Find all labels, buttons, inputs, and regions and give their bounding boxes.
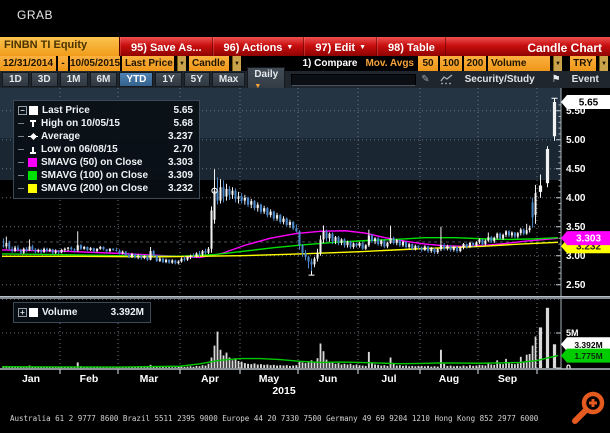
volume-swatch — [29, 308, 38, 317]
chevron-down-icon[interactable]: ▼ — [599, 56, 608, 71]
chart-controls-bar: 12/31/2014 - 10/05/2015 Last Price ▼ Can… — [0, 56, 610, 71]
svg-text:1.775M: 1.775M — [574, 351, 602, 361]
legend-row-smavg50[interactable]: SMAVG (50) on Close3.303 — [18, 156, 193, 169]
tab-1y[interactable]: 1Y — [155, 72, 181, 87]
svg-text:Feb: Feb — [80, 373, 99, 385]
last-price-swatch — [29, 106, 38, 115]
window-title: GRAB — [17, 8, 53, 22]
svg-text:Mar: Mar — [140, 373, 159, 385]
tab-max[interactable]: Max — [212, 72, 245, 87]
svg-text:Aug: Aug — [439, 373, 459, 385]
svg-text:Apr: Apr — [201, 373, 219, 385]
study-chart-glyph — [440, 74, 454, 85]
magnifier-zoom-icon — [570, 390, 610, 430]
legend-row-smavg100[interactable]: SMAVG (100) on Close3.309 — [18, 169, 193, 182]
svg-text:4.50: 4.50 — [566, 164, 586, 175]
bloomberg-terminal-window: GRAB FINBN TI Equity 95) Save As... 96) … — [0, 0, 610, 433]
smavg200-swatch — [28, 184, 37, 193]
ma-period-100-field[interactable]: 100 — [440, 56, 462, 71]
tab-5y[interactable]: 5Y — [184, 72, 210, 87]
chart-style-select[interactable]: Candle — [189, 56, 229, 71]
flag-icon[interactable]: ⚑ — [552, 74, 561, 85]
edit-button[interactable]: 97) Edit▼ — [304, 37, 377, 56]
legend-row-average[interactable]: Average3.237 — [18, 130, 193, 143]
date-from-field[interactable]: 12/31/2014 — [0, 56, 56, 71]
chevron-down-icon[interactable]: ▼ — [553, 56, 562, 71]
footer-contact-line: Australia 61 2 9777 8600 Brazil 5511 239… — [0, 415, 610, 423]
chevron-down-icon[interactable]: ▼ — [232, 56, 241, 71]
svg-text:2.50: 2.50 — [566, 280, 586, 291]
annotate-icon[interactable]: ✎ — [421, 74, 429, 85]
svg-text:4.00: 4.00 — [566, 193, 586, 204]
study-chart-icon[interactable] — [440, 74, 454, 85]
average-marker-icon — [28, 132, 38, 142]
currency-select[interactable]: TRY — [570, 56, 596, 71]
svg-text:3.303: 3.303 — [576, 234, 601, 245]
tab-ytd[interactable]: YTD — [119, 72, 153, 87]
chevron-down-icon[interactable]: ▼ — [177, 56, 186, 71]
svg-text:Jan: Jan — [22, 373, 40, 385]
chevron-down-icon: ▼ — [359, 44, 366, 51]
terminal-footer: Australia 61 2 9777 8600 Brazil 5511 239… — [0, 399, 610, 433]
range-tabs-bar: 1D 3D 1M 6M YTD 1Y 5Y Max Daily ▼ ✎ Secu… — [0, 71, 610, 88]
volume-legend: +Volume3.392M — [13, 302, 151, 323]
actions-button[interactable]: 96) Actions▼ — [213, 37, 305, 56]
date-separator: - — [58, 56, 68, 71]
svg-text:5.65: 5.65 — [579, 98, 599, 109]
tab-1m[interactable]: 1M — [60, 72, 88, 87]
svg-text:Jul: Jul — [381, 373, 396, 385]
compare-button[interactable]: 1) Compare — [302, 56, 357, 71]
legend-row-low[interactable]: Low on 06/08/152.70 — [18, 143, 193, 156]
tab-6m[interactable]: 6M — [90, 72, 118, 87]
field-select[interactable]: Last Price — [122, 56, 174, 71]
collapse-icon[interactable]: − — [18, 106, 27, 115]
security-study-button[interactable]: Security/Study — [465, 74, 535, 85]
price-legend: −Last Price5.65 High on 10/05/155.68 Ave… — [13, 100, 200, 199]
legend-row-last-price[interactable]: −Last Price5.65 — [18, 104, 193, 117]
mov-avgs-button[interactable]: Mov. Avgs — [365, 56, 414, 71]
date-to-field[interactable]: 10/05/2015 — [70, 56, 120, 71]
month-labels: Jan Feb Mar Apr May Jun Jul Aug Sep — [22, 369, 537, 385]
svg-text:Jun: Jun — [319, 373, 338, 385]
svg-text:5.00: 5.00 — [566, 135, 586, 146]
year-label: 2015 — [272, 385, 296, 397]
command-input[interactable] — [291, 74, 416, 86]
smavg50-swatch — [28, 158, 37, 167]
svg-text:3.392M: 3.392M — [574, 340, 602, 350]
time-axis-canvas: Jan Feb Mar Apr May Jun Jul Aug Sep 2015 — [0, 368, 610, 398]
tab-1d[interactable]: 1D — [2, 72, 29, 87]
toolbar-spacer — [446, 37, 519, 56]
ma-period-50-field[interactable]: 50 — [418, 56, 438, 71]
high-marker-icon — [28, 119, 38, 129]
legend-row-high[interactable]: High on 10/05/155.68 — [18, 117, 193, 130]
svg-text:Sep: Sep — [498, 373, 517, 385]
main-toolbar: FINBN TI Equity 95) Save As... 96) Actio… — [0, 37, 610, 56]
event-button[interactable]: Event — [572, 74, 599, 85]
svg-text:May: May — [259, 373, 280, 385]
chart-type-label: Candle Chart — [519, 37, 610, 56]
volume-select[interactable]: Volume — [488, 56, 550, 71]
legend-row-smavg200[interactable]: SMAVG (200) on Close3.232 — [18, 182, 193, 195]
low-marker-icon — [28, 145, 38, 155]
table-button[interactable]: 98) Table — [377, 37, 446, 56]
security-field[interactable]: FINBN TI Equity — [0, 37, 120, 56]
chevron-down-icon: ▼ — [286, 44, 293, 51]
moving-average-lines — [2, 231, 558, 258]
ma-period-200-field[interactable]: 200 — [464, 56, 486, 71]
legend-row-volume[interactable]: +Volume3.392M — [18, 306, 144, 319]
smavg100-swatch — [28, 171, 37, 180]
tab-3d[interactable]: 3D — [31, 72, 58, 87]
svg-text:5M: 5M — [566, 328, 579, 338]
expand-icon[interactable]: + — [18, 308, 27, 317]
low-marker — [309, 271, 315, 275]
time-axis: Jan Feb Mar Apr May Jun Jul Aug Sep 2015 — [0, 368, 610, 398]
save-as-button[interactable]: 95) Save As... — [120, 37, 213, 56]
